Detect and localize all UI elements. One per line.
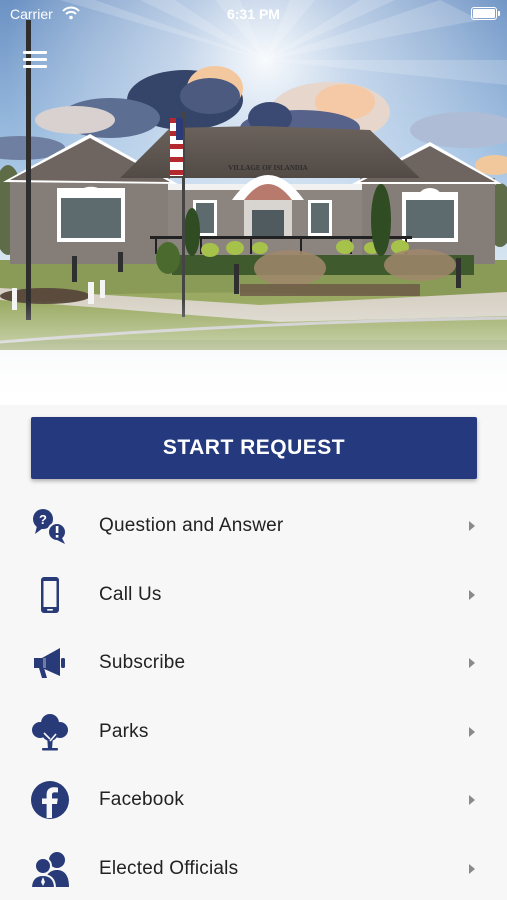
battery-icon [471,7,500,20]
clock: 6:31 PM [227,6,280,22]
menu-item-label: Facebook [99,789,185,811]
status-bar: Carrier 6:31 PM [0,0,507,28]
menu-item-subscribe[interactable]: Subscribe [0,629,507,698]
menu-item-parks[interactable]: Parks [0,698,507,767]
chevron-right-icon [469,726,475,737]
hero-image: VILLAGE OF ISLANDIA Carrier 6:31 PM [0,0,507,405]
hamburger-menu-icon[interactable] [23,50,47,70]
village-hall-photo: VILLAGE OF ISLANDIA [0,0,507,405]
menu-item-label: Call Us [99,583,162,605]
chevron-right-icon [469,863,475,874]
chevron-right-icon [469,658,475,669]
menu-item-label: Subscribe [99,652,186,674]
chevron-right-icon [469,521,475,532]
menu-item-label: Parks [99,720,149,742]
chevron-right-icon [469,589,475,600]
phone-icon [41,576,59,613]
tree-icon [32,713,68,751]
menu-item-label: Question and Answer [99,515,284,537]
megaphone-icon [34,648,65,679]
chevron-right-icon [469,795,475,806]
question-answer-icon: ? [33,509,67,545]
officials-icon [30,851,69,889]
menu-item-call-us[interactable]: Call Us [0,561,507,630]
svg-text:?: ? [39,512,47,527]
facebook-icon [31,781,69,820]
menu-item-label: Elected Officials [99,857,239,879]
menu-list: ? Question and Answer Call Us Subscribe [0,492,507,900]
menu-item-facebook[interactable]: Facebook [0,766,507,835]
building-sign: VILLAGE OF ISLANDIA [228,164,307,172]
menu-item-elected-officials[interactable]: Elected Officials [0,835,507,900]
menu-item-question-and-answer[interactable]: ? Question and Answer [0,492,507,561]
start-request-button[interactable]: START REQUEST [31,417,477,479]
